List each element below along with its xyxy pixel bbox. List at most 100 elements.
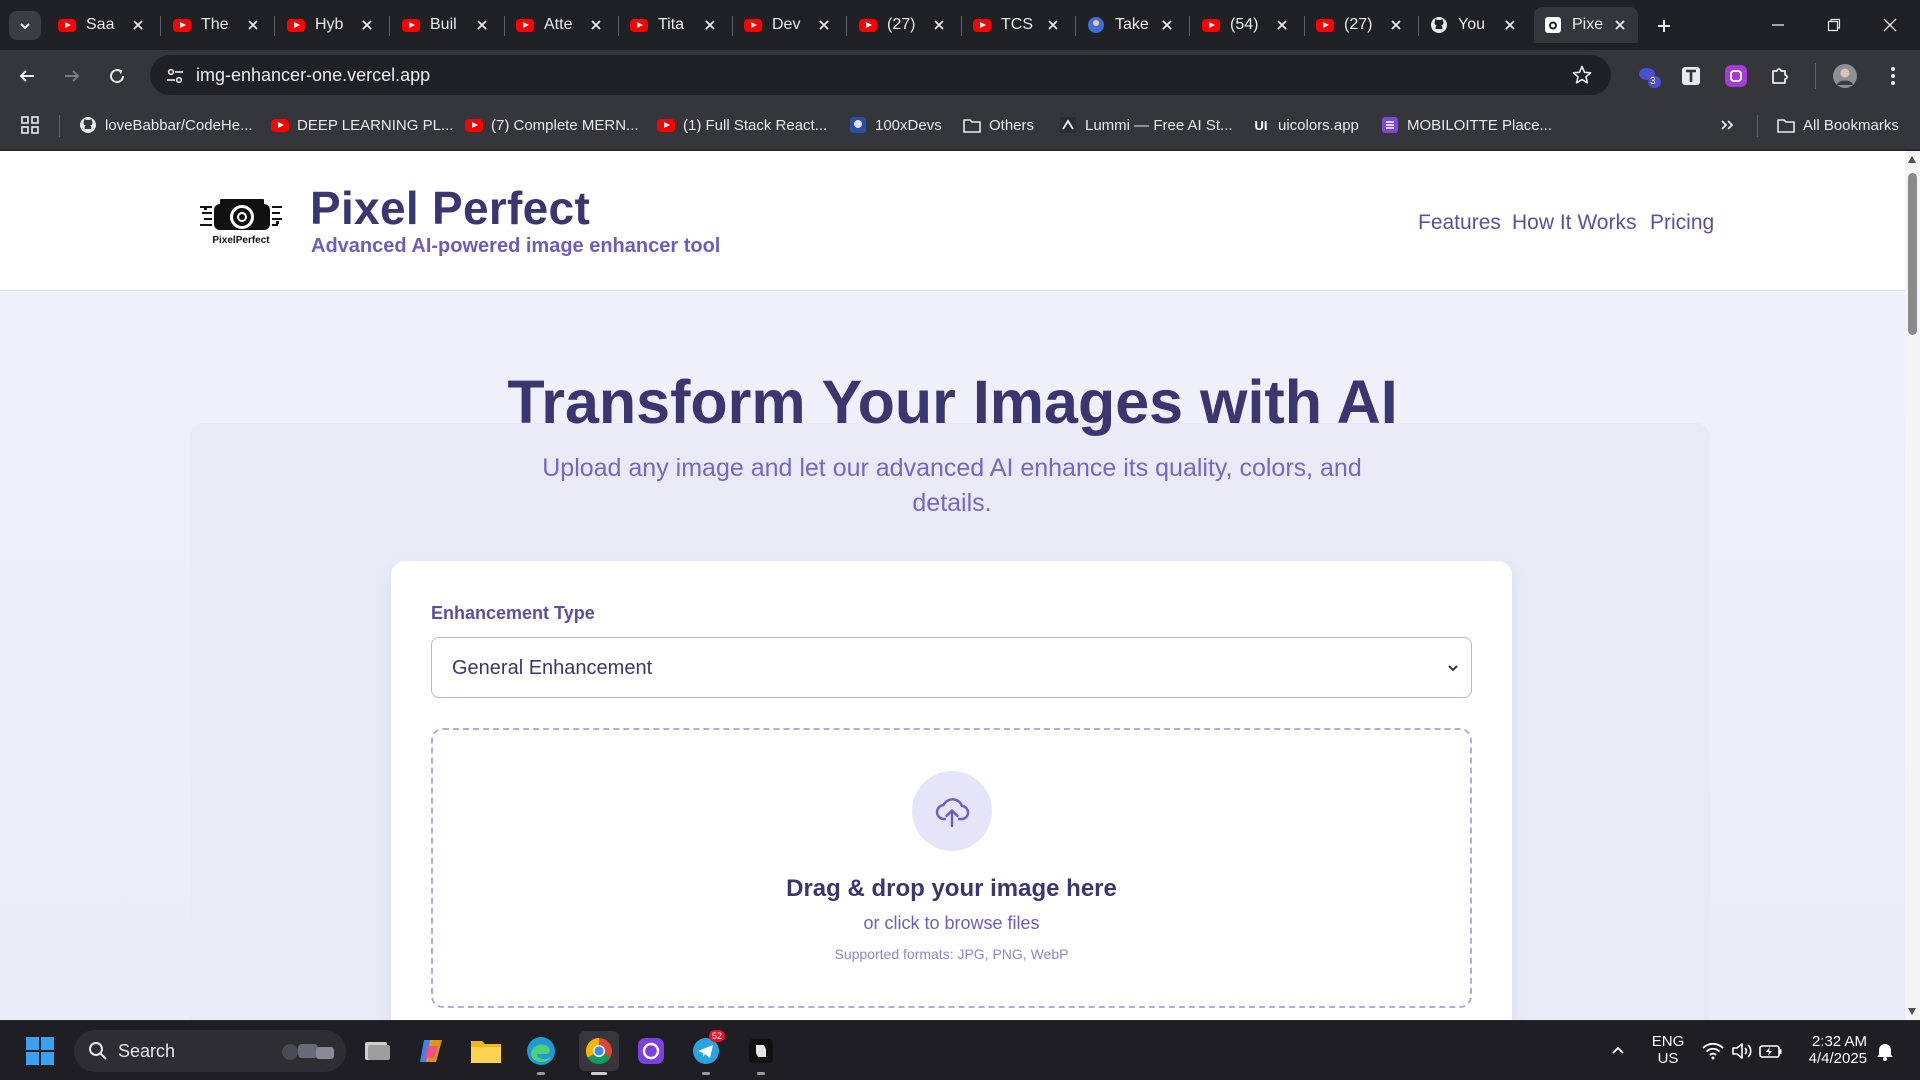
browser-tab[interactable]: You	[1420, 7, 1528, 43]
scroll-up-arrow-icon[interactable]	[1908, 156, 1916, 163]
edge-button[interactable]	[524, 1034, 558, 1068]
close-tab-icon[interactable]	[814, 15, 834, 35]
extension-button[interactable]	[1723, 63, 1749, 89]
tab-separator	[1304, 16, 1305, 36]
browser-tab[interactable]: Saa	[48, 7, 156, 43]
extension-badge: 3	[1650, 76, 1656, 87]
close-tab-icon[interactable]	[586, 15, 606, 35]
telegram-button[interactable]: 52	[689, 1030, 726, 1068]
forward-button[interactable]	[57, 61, 87, 91]
profile-avatar[interactable]	[1832, 63, 1858, 89]
more-bookmarks-button[interactable]	[1718, 113, 1736, 137]
youtube-icon	[516, 16, 534, 34]
task-view-button[interactable]	[360, 1034, 394, 1068]
youtube-icon	[173, 16, 191, 34]
clock[interactable]: 2:32 AM 4/4/2025	[1795, 1033, 1867, 1067]
browser-tab[interactable]: Tita	[620, 7, 728, 43]
site-info-icon[interactable]	[164, 65, 186, 87]
browser-tab[interactable]: Hyb	[277, 7, 385, 43]
enhancement-type-select[interactable]: General Enhancement	[431, 637, 1472, 698]
close-tab-icon[interactable]	[357, 15, 377, 35]
bookmarks-bar: loveBabbar/CodeHe... DEEP LEARNING PL...…	[0, 100, 1920, 150]
pixelperfect-logo[interactable]: PixelPerfect	[200, 193, 282, 251]
close-tab-icon[interactable]	[1272, 15, 1292, 35]
browser-tab[interactable]: Take	[1077, 7, 1185, 43]
bookmark-item[interactable]: (1) Full Stack React...	[657, 113, 827, 137]
bookmark-star-icon[interactable]	[1571, 64, 1593, 86]
app-button[interactable]	[634, 1034, 668, 1068]
url-text[interactable]: img-enhancer-one.vercel.app	[196, 65, 430, 86]
wifi-icon	[1702, 1042, 1724, 1060]
battery-button[interactable]	[1754, 1034, 1788, 1068]
close-tab-icon[interactable]	[1043, 15, 1063, 35]
all-bookmarks-button[interactable]: All Bookmarks	[1777, 113, 1899, 137]
new-tab-button[interactable]	[1650, 12, 1678, 40]
copilot-button[interactable]	[414, 1034, 448, 1068]
close-tab-icon[interactable]	[472, 15, 492, 35]
extensions-button[interactable]	[1767, 63, 1793, 89]
tab-search-button[interactable]	[9, 11, 41, 40]
close-tab-icon[interactable]	[1610, 15, 1630, 35]
bookmark-item[interactable]: DEEP LEARNING PL...	[271, 113, 453, 137]
scroll-down-arrow-icon[interactable]	[1908, 1008, 1916, 1015]
tab-separator	[160, 16, 161, 36]
bookmark-item[interactable]: Lummi — Free AI St...	[1059, 113, 1233, 137]
nav-link-pricing[interactable]: Pricing	[1650, 211, 1714, 235]
start-button[interactable]	[23, 1034, 57, 1068]
minimize-button[interactable]	[1758, 10, 1798, 40]
browser-tab[interactable]: Buil	[392, 7, 500, 43]
browser-menu-button[interactable]	[1880, 63, 1906, 89]
brand-title[interactable]: Pixel Perfect	[310, 181, 590, 235]
bookmark-label: Lummi — Free AI St...	[1085, 116, 1233, 134]
bookmark-separator	[59, 115, 60, 137]
address-bar[interactable]: img-enhancer-one.vercel.app	[150, 55, 1611, 95]
browser-tab[interactable]: (27)	[849, 7, 957, 43]
browser-tab[interactable]: Atte	[506, 7, 614, 43]
restore-button[interactable]	[1814, 10, 1854, 40]
browser-tab-active[interactable]: Pixe	[1534, 7, 1638, 43]
app-button[interactable]	[744, 1034, 778, 1068]
running-indicator	[537, 1072, 545, 1075]
page-scrollbar[interactable]	[1905, 151, 1920, 1020]
show-hidden-icons-button[interactable]	[1601, 1034, 1635, 1068]
tab-title: TCS	[1001, 16, 1033, 33]
nav-link-how-it-works[interactable]: How It Works	[1512, 211, 1636, 235]
tab-separator	[618, 16, 619, 36]
browser-tab[interactable]: (27)	[1306, 7, 1414, 43]
browser-tab[interactable]: (54)	[1192, 7, 1300, 43]
tab-title: Dev	[772, 16, 801, 33]
apps-button[interactable]	[21, 113, 39, 137]
close-tab-icon[interactable]	[243, 15, 263, 35]
close-tab-icon[interactable]	[128, 15, 148, 35]
reload-button[interactable]	[102, 61, 132, 91]
image-dropzone[interactable]: Drag & drop your image here or click to …	[431, 728, 1472, 1008]
close-tab-icon[interactable]	[1386, 15, 1406, 35]
scrollbar-thumb[interactable]	[1908, 173, 1917, 335]
bookmark-item[interactable]: (7) Complete MERN...	[465, 113, 639, 137]
extension-button[interactable]	[1678, 63, 1704, 89]
close-window-button[interactable]	[1870, 10, 1910, 40]
close-tab-icon[interactable]	[1500, 15, 1520, 35]
bookmark-folder[interactable]: Others	[963, 113, 1034, 137]
browser-tab[interactable]: Dev	[734, 7, 842, 43]
tab-title: (27)	[887, 16, 916, 33]
extension-button[interactable]: 3	[1636, 63, 1662, 89]
bookmark-item[interactable]: MOBILOITTE Place...	[1381, 113, 1552, 137]
chrome-button[interactable]	[579, 1031, 619, 1071]
bookmark-item[interactable]: loveBabbar/CodeHe...	[79, 113, 253, 137]
close-tab-icon[interactable]	[929, 15, 949, 35]
browser-tab[interactable]: The	[163, 7, 271, 43]
file-explorer-button[interactable]	[469, 1034, 503, 1068]
back-button[interactable]	[12, 61, 42, 91]
bookmark-item[interactable]: UI uicolors.app	[1252, 113, 1359, 137]
nav-link-features[interactable]: Features	[1418, 211, 1501, 235]
notifications-button[interactable]	[1868, 1034, 1902, 1068]
close-tab-icon[interactable]	[1157, 15, 1177, 35]
bookmark-item[interactable]: 100xDevs	[849, 113, 942, 137]
browser-tab[interactable]: TCS	[963, 7, 1071, 43]
taskbar-search[interactable]: Search	[74, 1030, 346, 1072]
language-indicator[interactable]: ENG US	[1644, 1033, 1692, 1067]
dropzone-browse-text[interactable]: or click to browse files	[433, 913, 1470, 934]
close-icon	[1883, 18, 1897, 32]
close-tab-icon[interactable]	[700, 15, 720, 35]
